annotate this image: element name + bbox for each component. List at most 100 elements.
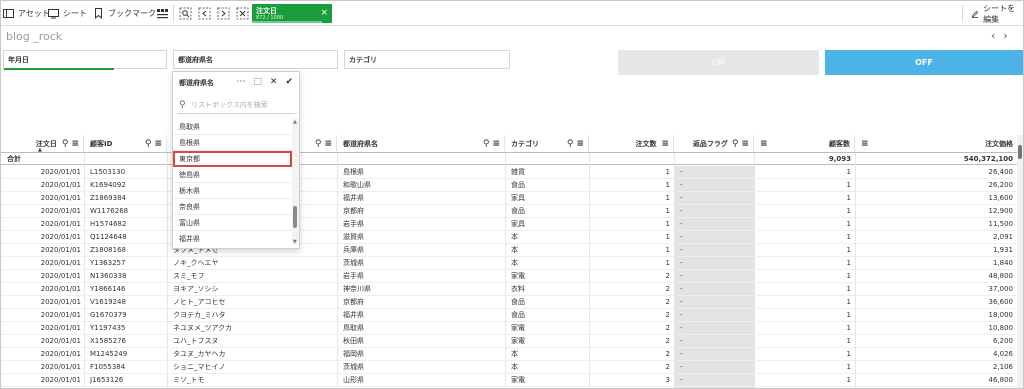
table-row[interactable]: 2020/01/01 K1694092 和歌山県 食品 1 - 1 26,200	[1, 179, 1017, 192]
cell-category: 食品	[511, 181, 525, 189]
grid-menu-icon[interactable]	[156, 7, 169, 20]
bookmark-icon	[95, 8, 102, 19]
menu-icon[interactable]: ≡	[71, 139, 79, 149]
cell-category: 家電	[511, 337, 525, 345]
menu-icon[interactable]: ≡	[760, 139, 768, 149]
table-row[interactable]: 2020/01/01 X1585276 ユハ_トフスヌ 秋田県 家電 2 - 1 6,200	[1, 335, 1017, 348]
menu-icon[interactable]: ≡	[861, 139, 869, 149]
menu-icon[interactable]: ≡	[324, 139, 332, 149]
cell-return-flag: -	[680, 363, 683, 371]
column-divider	[754, 153, 755, 388]
table-row[interactable]: 2020/01/01 Z1808168 タツメ_トメセ 兵庫県本 1-1 1,931	[1, 244, 1017, 257]
cell-order-price: 26,400	[988, 168, 1014, 176]
cell-order-date: 2020/01/01	[40, 350, 81, 358]
listbox-item[interactable]: 福井県	[173, 231, 292, 245]
table-row[interactable]: 2020/01/01 M1245249 タユヌ_カヤヘカ 福岡県 本 2 - 1 4,026	[1, 348, 1017, 361]
col-header-order-count[interactable]: 注文数 ≡	[589, 135, 674, 152]
cell-customer-count: 1	[846, 233, 851, 241]
table-row[interactable]: 2020/01/01 L1503130 島根県 雑貨 1 - 1 26,400	[1, 166, 1017, 179]
cell-customer-count: 1	[846, 298, 851, 306]
search-icon[interactable]: ⚲	[483, 139, 490, 149]
table-row[interactable]: 2020/01/01 J1653126 ミソ_トモ 山形県 家電 3 - 1 46,800	[1, 374, 1017, 387]
filter-prefecture[interactable]: 都道府県名	[173, 50, 338, 69]
step-forward-icon[interactable]	[217, 7, 230, 20]
cell-customer-count: 1	[846, 350, 851, 358]
next-sheet-button[interactable]: ›	[1003, 29, 1015, 42]
scroll-down-icon[interactable]: ▼	[293, 239, 297, 245]
listbox-item[interactable]: 栃木県	[173, 183, 292, 199]
more-icon[interactable]: ⋯	[236, 77, 245, 87]
cell-order-price: 12,900	[988, 207, 1014, 215]
selection-tool-icon[interactable]: ⬚	[253, 77, 262, 87]
table-row[interactable]: 2020/01/01 Y1363257 ノキ_クヘエヤ 茨城県 本 1 - 1 1,840	[1, 257, 1017, 270]
col-header-customer-id[interactable]: 顧客ID ⚲ ≡	[84, 135, 167, 152]
search-icon[interactable]: ⚲	[732, 139, 739, 149]
table-row[interactable]: 2020/01/01 W1176268 京都府 食品 1 - 1 12,900	[1, 205, 1017, 218]
close-icon[interactable]: ×	[320, 8, 328, 18]
cancel-icon[interactable]: ✕	[270, 77, 278, 87]
smart-search-icon[interactable]	[179, 7, 192, 20]
cell-order-price: 2,091	[992, 233, 1013, 241]
table-row[interactable]: 2020/01/01 Y1197435 ネユヌメ_ツアクカ 鳥取県 家電 2 - 1 10,80…	[1, 322, 1017, 335]
search-icon[interactable]: ⚲	[145, 139, 152, 149]
menu-icon[interactable]: ≡	[661, 139, 669, 149]
cell-prefecture: 鳥取県	[343, 324, 364, 332]
listbox-item[interactable]: 鳥取県	[173, 119, 292, 135]
menu-icon[interactable]: ≡	[576, 139, 584, 149]
cell-order-count: 2	[665, 324, 670, 332]
listbox-item[interactable]: 徳島県	[173, 167, 292, 183]
listbox-scrollbar-thumb[interactable]	[293, 206, 297, 228]
table-row[interactable]: 2020/01/01 Y1866146 ヨキア_ソシシ 神奈川県 衣料 2 - 1 37,000	[1, 283, 1017, 296]
table-row[interactable]: 2020/01/01 G1670379 クヨテカ_ミハタ 福井県 食品 2 - 1 18,000	[1, 309, 1017, 322]
cell-category: 家電	[511, 272, 525, 280]
assets-button[interactable]: アセット	[3, 6, 50, 21]
col-header-prefecture[interactable]: 都道府県名 ⚲ ≡	[337, 135, 505, 152]
listbox-item[interactable]: 奈良県	[173, 199, 292, 215]
listbox-item-selected[interactable]: 東京都	[173, 151, 292, 167]
filter-category[interactable]: カテゴリ	[344, 50, 510, 69]
table-row[interactable]: 2020/01/01 Z1869384 福井県 家具 1 - 1 13,600	[1, 192, 1017, 205]
confirm-icon[interactable]: ✔	[285, 77, 293, 87]
listbox-scrollbar[interactable]: ▲ ▼	[292, 119, 299, 245]
col-header-order-date[interactable]: 注文日 ⚲ ≡	[1, 135, 84, 152]
filter-prefecture-label: 都道府県名	[178, 55, 213, 64]
prev-sheet-button[interactable]: ‹	[991, 29, 1003, 42]
table-row[interactable]: 2020/01/01 F1055384 ショニ_マヒイノ 茨城県 本 2 - 1 2,106	[1, 361, 1017, 374]
col-header-label: 顧客数	[829, 139, 850, 148]
filter-order-date[interactable]: 年月日	[3, 50, 167, 70]
selection-chip-order-date[interactable]: 注文日 872 / 1000 ×	[252, 4, 332, 23]
column-divider	[589, 153, 590, 388]
menu-icon[interactable]: ≡	[741, 139, 749, 149]
scroll-up-icon[interactable]: ▲	[293, 119, 297, 125]
cell-order-date: 2020/01/01	[40, 285, 81, 293]
col-header-order-price[interactable]: ≡ 注文価格	[855, 135, 1017, 152]
cell-category: 家電	[511, 376, 525, 384]
cell-prefecture: 福井県	[343, 194, 364, 202]
step-back-icon[interactable]	[198, 7, 211, 20]
on-button[interactable]: ON	[618, 50, 819, 75]
menu-icon[interactable]: ≡	[154, 139, 162, 149]
edit-sheet-button[interactable]: シートを編集	[962, 4, 1022, 24]
col-header-return-flag[interactable]: 返品フラグ ⚲ ≡	[674, 135, 754, 152]
col-header-customer-count[interactable]: ≡ 顧客数	[754, 135, 855, 152]
cell-order-count: 2	[665, 298, 670, 306]
listbox-item[interactable]: 島根県	[173, 135, 292, 151]
listbox-search-input[interactable]: ⚲ リストボックス内を検索	[177, 97, 297, 114]
table-row[interactable]: 2020/01/01 V1619248 ノヒト_アコヒセ 京都府 食品 2 - 1 36,600	[1, 296, 1017, 309]
table-row[interactable]: 2020/01/01 H1574682 岩手県 家具 1 - 1 11,500	[1, 218, 1017, 231]
off-button[interactable]: OFF	[825, 50, 1023, 75]
table-row[interactable]: 2020/01/01 N1360338 スミ_モフ 岩手県 家電 2 - 1 48,800	[1, 270, 1017, 283]
search-icon[interactable]: ⚲	[62, 139, 69, 149]
table-row[interactable]: 2020/01/01 Q1124648 滋賀県 本 1 - 1 2,091	[1, 231, 1017, 244]
col-header-category[interactable]: カテゴリ ⚲ ≡	[505, 135, 589, 152]
column-divider	[337, 153, 338, 388]
search-icon[interactable]: ⚲	[315, 139, 322, 149]
menu-icon[interactable]: ≡	[492, 139, 500, 149]
table-scrollbar[interactable]	[1017, 135, 1023, 388]
sheets-button[interactable]: シート	[48, 6, 87, 21]
bookmarks-button[interactable]: ブックマーク	[93, 6, 156, 21]
search-icon[interactable]: ⚲	[567, 139, 574, 149]
table-scrollbar-thumb[interactable]	[1018, 145, 1022, 159]
listbox-item[interactable]: 富山県	[173, 215, 292, 231]
clear-selections-icon[interactable]	[236, 7, 249, 20]
